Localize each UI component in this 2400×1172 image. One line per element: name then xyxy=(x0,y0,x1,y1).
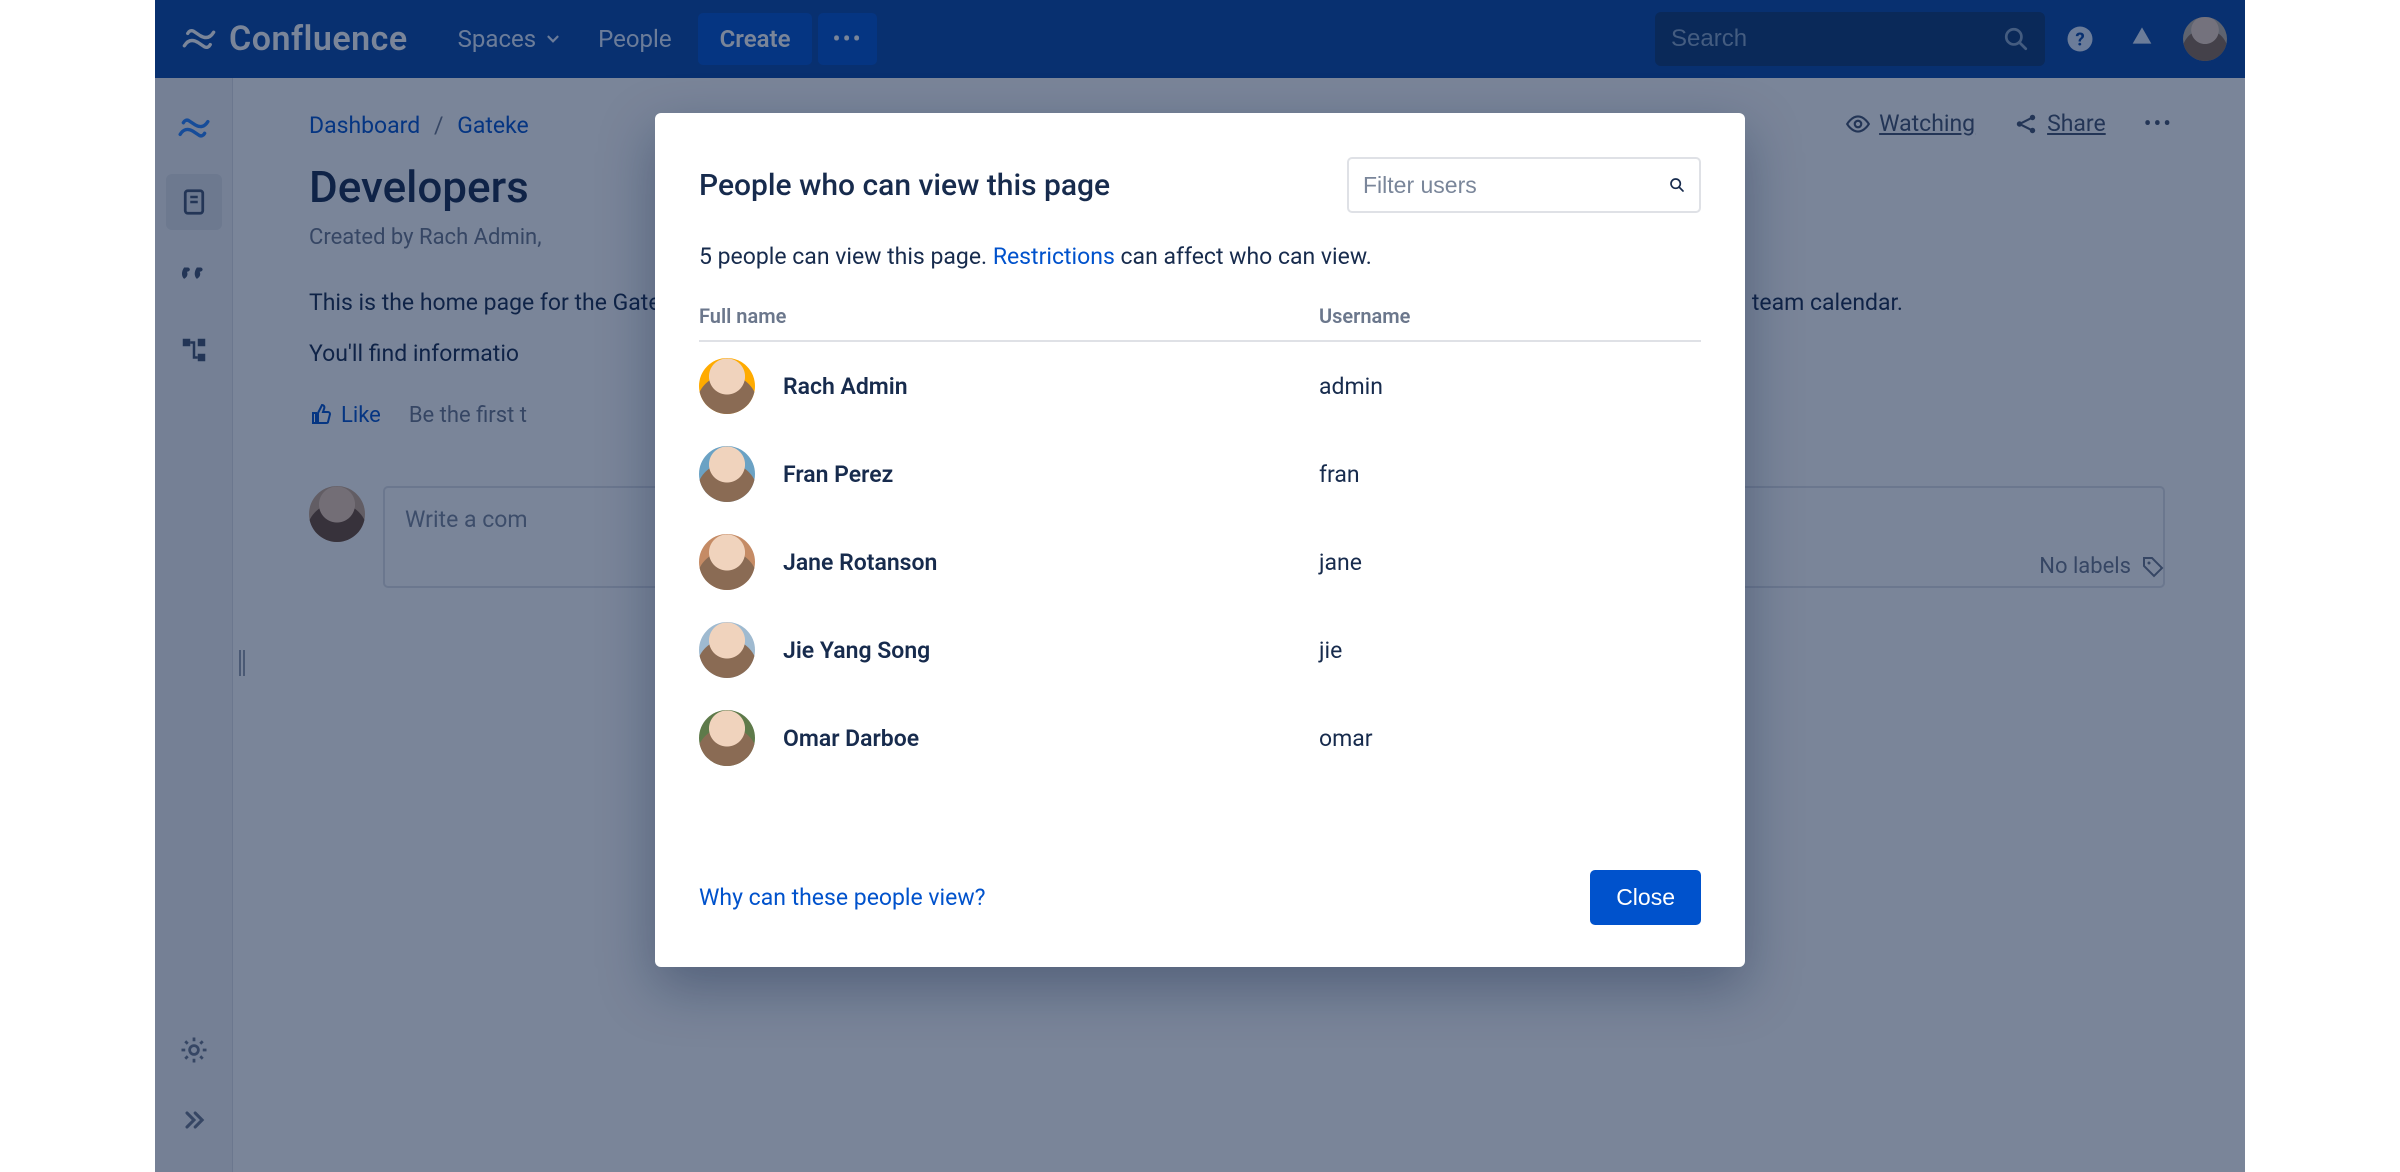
dialog-title: People who can view this page xyxy=(699,168,1110,203)
user-row[interactable]: Jane Rotanson jane xyxy=(699,518,1701,606)
filter-users-box[interactable] xyxy=(1347,157,1701,213)
col-header-fullname: Full name xyxy=(699,304,1319,328)
user-row[interactable]: Rach Admin admin xyxy=(699,342,1701,430)
user-avatar xyxy=(699,710,755,766)
user-username: admin xyxy=(1319,373,1701,400)
user-table-header: Full name Username xyxy=(699,304,1701,342)
dialog-desc-post: can affect who can view. xyxy=(1115,243,1372,270)
user-row[interactable]: Jie Yang Song jie xyxy=(699,606,1701,694)
user-avatar xyxy=(699,534,755,590)
why-link[interactable]: Why can these people view? xyxy=(699,884,986,911)
user-fullname: Jane Rotanson xyxy=(783,549,937,576)
user-table-body: Rach Admin admin Fran Perez fran Jane Rotans… xyxy=(699,342,1701,782)
user-fullname: Rach Admin xyxy=(783,373,908,400)
user-avatar xyxy=(699,446,755,502)
user-fullname: Fran Perez xyxy=(783,461,893,488)
search-icon xyxy=(1669,172,1685,198)
close-button-label: Close xyxy=(1616,884,1675,910)
user-username: fran xyxy=(1319,461,1701,488)
user-username: omar xyxy=(1319,725,1701,752)
user-username: jane xyxy=(1319,549,1701,576)
filter-users-input[interactable] xyxy=(1363,172,1659,199)
col-header-username: Username xyxy=(1319,304,1701,328)
dialog-description: 5 people can view this page. Restriction… xyxy=(699,243,1701,270)
user-row[interactable]: Fran Perez fran xyxy=(699,430,1701,518)
user-avatar xyxy=(699,622,755,678)
user-row[interactable]: Omar Darboe omar xyxy=(699,694,1701,782)
user-fullname: Omar Darboe xyxy=(783,725,919,752)
close-button[interactable]: Close xyxy=(1590,870,1701,925)
user-fullname: Jie Yang Song xyxy=(783,637,930,664)
user-avatar xyxy=(699,358,755,414)
viewers-dialog: People who can view this page 5 people c… xyxy=(655,113,1745,967)
dialog-desc-pre: 5 people can view this page. xyxy=(699,243,993,270)
user-username: jie xyxy=(1319,637,1701,664)
restrictions-link[interactable]: Restrictions xyxy=(993,243,1115,270)
